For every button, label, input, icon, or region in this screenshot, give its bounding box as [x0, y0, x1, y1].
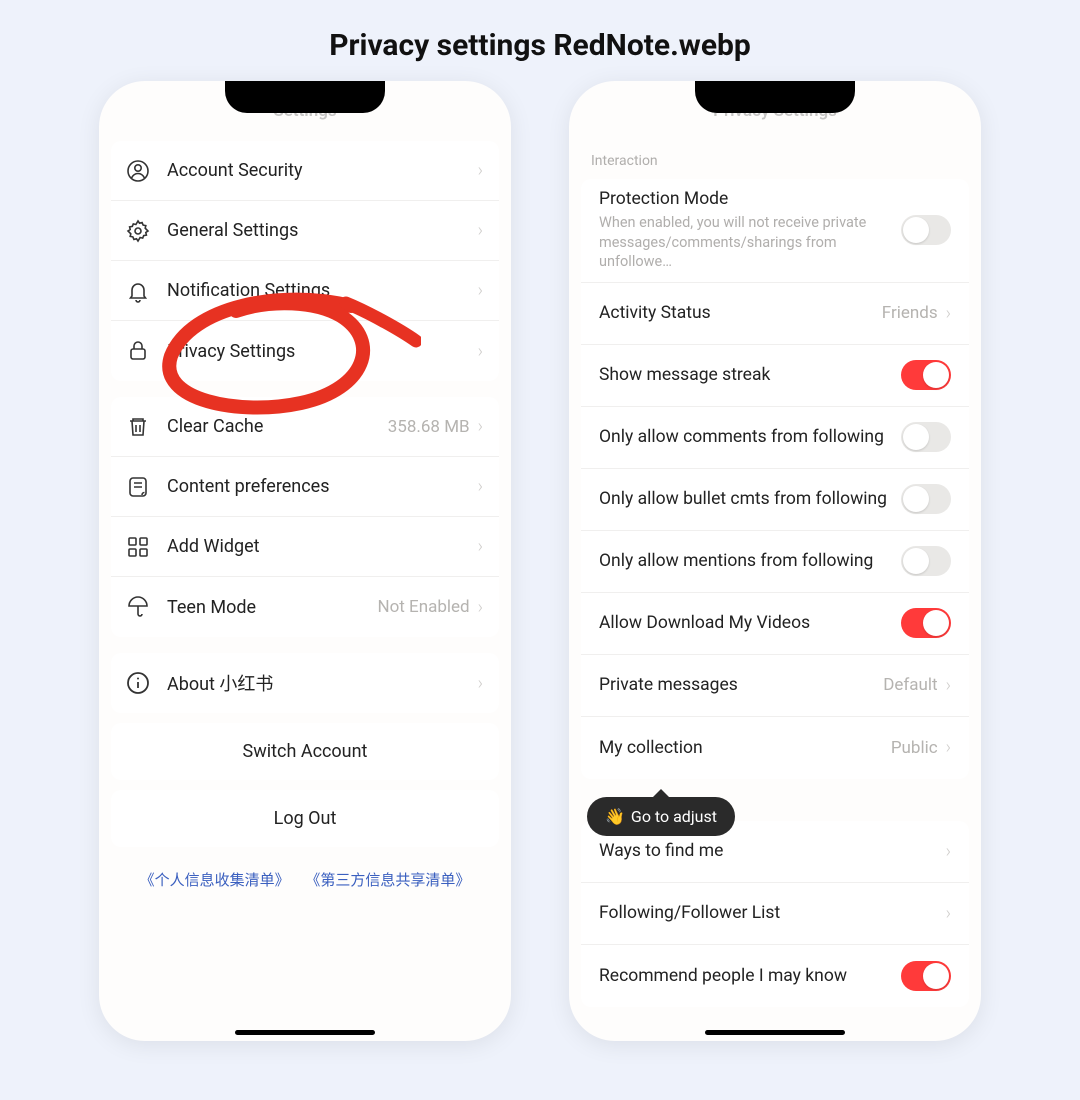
row-label: Show message streak	[599, 365, 901, 385]
tooltip-arrow	[653, 789, 669, 797]
wave-icon: 👋	[605, 807, 625, 826]
chevron-right-icon: ›	[478, 341, 483, 362]
row-label: About 小红书	[167, 670, 478, 696]
toggle-protection-mode[interactable]	[901, 215, 951, 245]
row-label: Only allow bullet cmts from following	[599, 489, 901, 509]
bell-icon	[125, 278, 151, 304]
row-label: Activity Status	[599, 303, 882, 323]
row-label: Allow Download My Videos	[599, 613, 901, 633]
toggle-download-videos[interactable]	[901, 608, 951, 638]
chevron-right-icon: ›	[478, 597, 483, 618]
row-label: Only allow comments from following	[599, 427, 901, 447]
row-label: Privacy Settings	[167, 341, 478, 362]
switch-account-button[interactable]: Switch Account	[111, 723, 499, 780]
row-label: Notification Settings	[167, 280, 478, 301]
chevron-right-icon: ›	[946, 303, 951, 324]
row-recommend-people[interactable]: Recommend people I may know	[581, 945, 969, 1007]
row-bullet-following[interactable]: Only allow bullet cmts from following	[581, 469, 969, 531]
footer-link[interactable]: 《第三方信息共享清单》	[305, 871, 470, 889]
row-value: 358.68 MB	[388, 417, 470, 437]
page-title: Privacy settings RedNote.webp	[0, 0, 1080, 81]
content-icon	[125, 474, 151, 500]
row-privacy-settings[interactable]: Privacy Settings ›	[111, 321, 499, 381]
logout-button[interactable]: Log Out	[111, 790, 499, 847]
footer-link[interactable]: 《个人信息收集清单》	[140, 871, 290, 889]
chevron-right-icon: ›	[478, 160, 483, 181]
home-indicator	[705, 1030, 845, 1035]
trash-icon	[125, 414, 151, 440]
row-about[interactable]: About 小红书 ›	[111, 653, 499, 713]
chevron-right-icon: ›	[946, 675, 951, 696]
row-label: Following/Follower List	[599, 903, 946, 923]
chevron-right-icon: ›	[946, 841, 951, 862]
row-value: Default	[883, 675, 937, 695]
row-label: Protection Mode	[599, 189, 901, 209]
row-clear-cache[interactable]: Clear Cache 358.68 MB ›	[111, 397, 499, 457]
gear-icon	[125, 218, 151, 244]
row-account-security[interactable]: Account Security ›	[111, 141, 499, 201]
row-label: Content preferences	[167, 476, 478, 497]
toggle-message-streak[interactable]	[901, 360, 951, 390]
row-label: Clear Cache	[167, 416, 388, 437]
section-header: Interaction	[569, 131, 981, 175]
row-label: Private messages	[599, 675, 883, 695]
chevron-right-icon: ›	[478, 673, 483, 694]
row-my-collection[interactable]: My collection Public ›	[581, 717, 969, 779]
chevron-right-icon: ›	[946, 903, 951, 924]
row-value: Not Enabled	[377, 597, 469, 617]
privacy-settings-screen: Privacy Settings Interaction Protection …	[569, 81, 981, 1041]
chevron-right-icon: ›	[946, 737, 951, 758]
row-label: General Settings	[167, 220, 478, 241]
row-content-preferences[interactable]: Content preferences ›	[111, 457, 499, 517]
phone-notch	[225, 81, 385, 113]
row-mentions-following[interactable]: Only allow mentions from following	[581, 531, 969, 593]
row-label: My collection	[599, 738, 891, 758]
row-following-follower-list[interactable]: Following/Follower List ›	[581, 883, 969, 945]
row-value: Public	[891, 738, 938, 758]
umbrella-icon	[125, 594, 151, 620]
row-label: Ways to find me	[599, 841, 946, 861]
info-icon	[125, 670, 151, 696]
phone-notch	[695, 81, 855, 113]
toggle-bullet-following[interactable]	[901, 484, 951, 514]
row-add-widget[interactable]: Add Widget ›	[111, 517, 499, 577]
widget-icon	[125, 534, 151, 560]
toggle-mentions-following[interactable]	[901, 546, 951, 576]
row-label: Recommend people I may know	[599, 966, 901, 986]
chevron-right-icon: ›	[478, 536, 483, 557]
chevron-right-icon: ›	[478, 416, 483, 437]
chevron-right-icon: ›	[478, 476, 483, 497]
chevron-right-icon: ›	[478, 220, 483, 241]
settings-screen: Settings Account Security › General Sett…	[99, 81, 511, 1041]
row-private-messages[interactable]: Private messages Default ›	[581, 655, 969, 717]
row-subtitle: When enabled, you will not receive priva…	[599, 213, 901, 272]
row-value: Friends	[882, 303, 938, 323]
row-notification-settings[interactable]: Notification Settings ›	[111, 261, 499, 321]
tooltip-label: Go to adjust	[631, 807, 717, 826]
chevron-right-icon: ›	[478, 280, 483, 301]
toggle-comments-following[interactable]	[901, 422, 951, 452]
go-to-adjust-tooltip[interactable]: 👋 Go to adjust	[587, 797, 735, 836]
home-indicator	[235, 1030, 375, 1035]
footer-links: 《个人信息收集清单》 《第三方信息共享清单》	[99, 869, 511, 890]
row-label: Only allow mentions from following	[599, 551, 901, 571]
lock-icon	[125, 338, 151, 364]
row-teen-mode[interactable]: Teen Mode Not Enabled ›	[111, 577, 499, 637]
row-label: Account Security	[167, 160, 478, 181]
row-general-settings[interactable]: General Settings ›	[111, 201, 499, 261]
row-protection-mode[interactable]: Protection Mode When enabled, you will n…	[581, 179, 969, 283]
row-comments-following[interactable]: Only allow comments from following	[581, 407, 969, 469]
row-message-streak[interactable]: Show message streak	[581, 345, 969, 407]
account-icon	[125, 158, 151, 184]
row-label: Add Widget	[167, 536, 478, 557]
row-download-videos[interactable]: Allow Download My Videos	[581, 593, 969, 655]
row-label: Teen Mode	[167, 597, 377, 618]
row-activity-status[interactable]: Activity Status Friends ›	[581, 283, 969, 345]
toggle-recommend-people[interactable]	[901, 961, 951, 991]
